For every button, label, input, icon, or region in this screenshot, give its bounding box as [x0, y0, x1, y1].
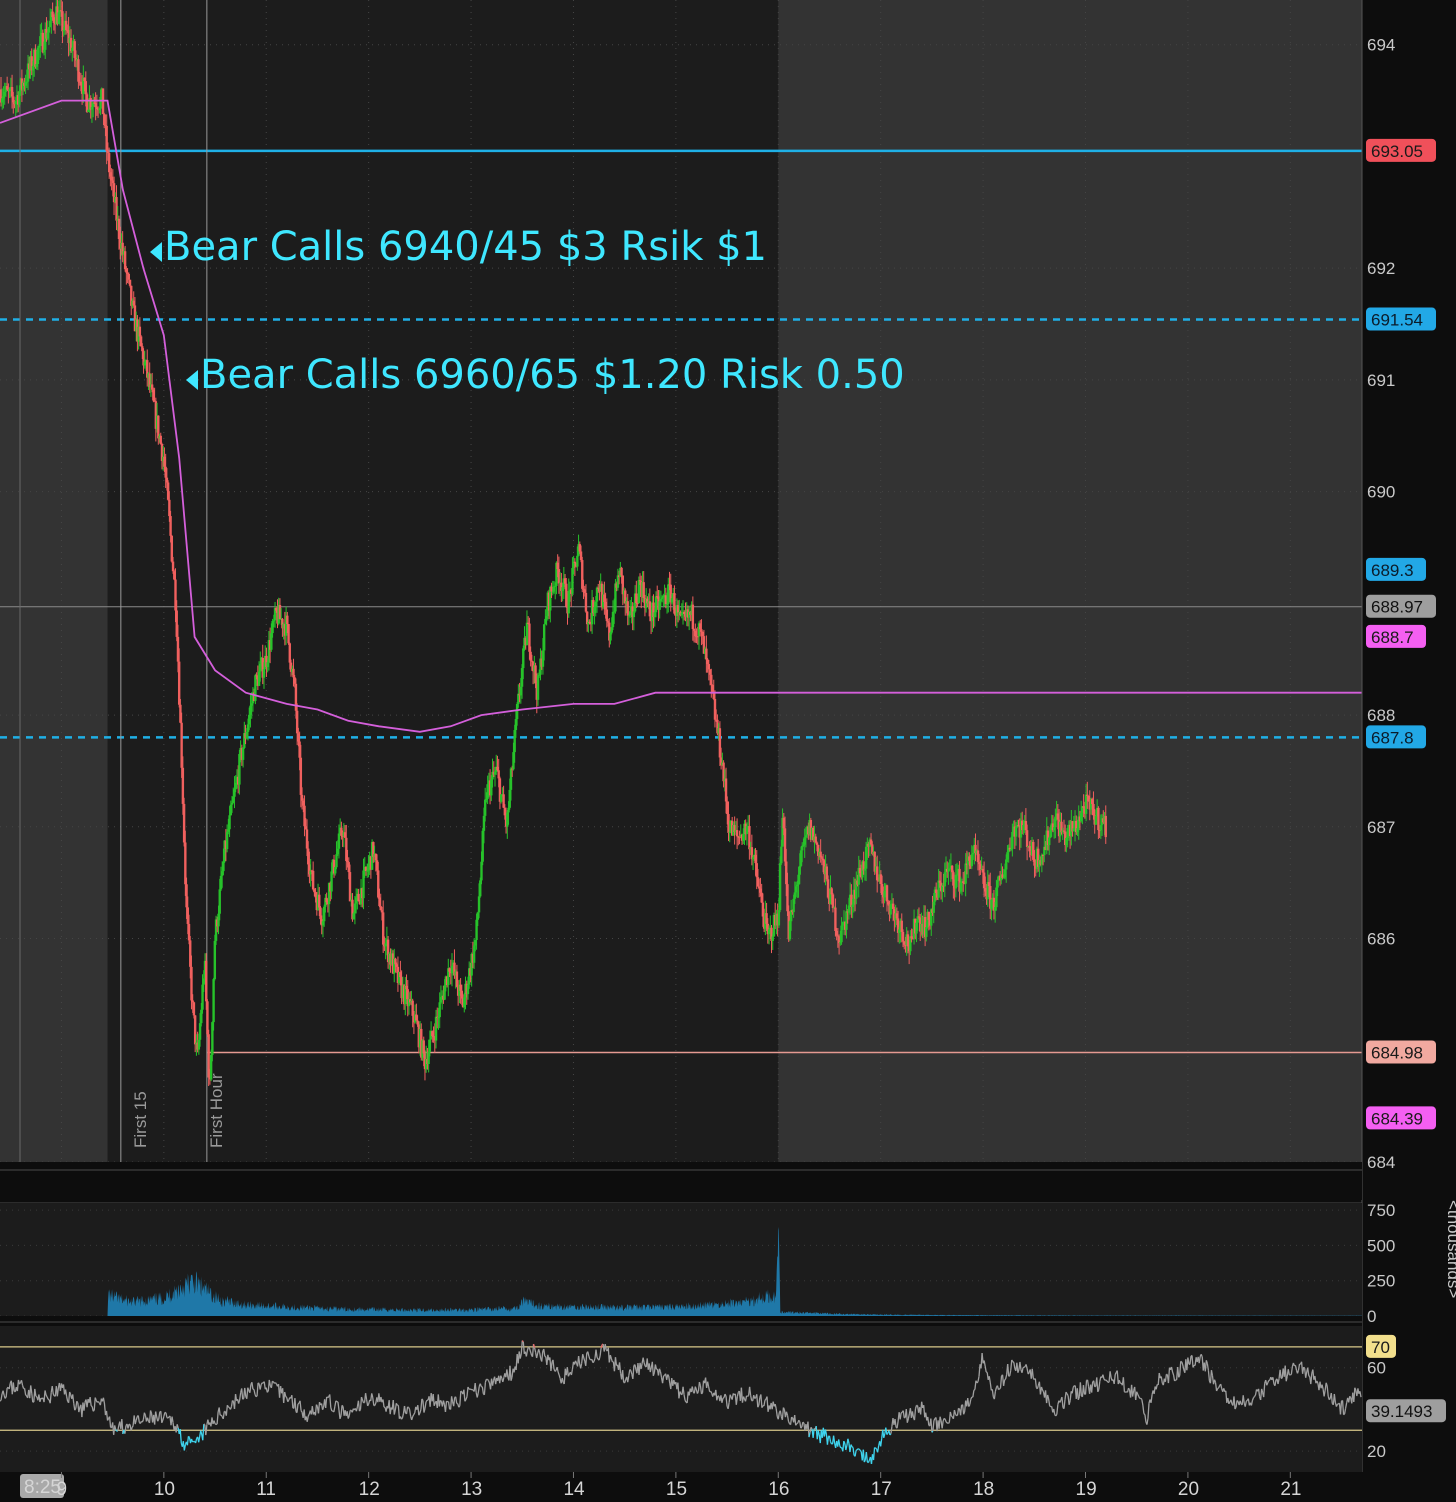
svg-text:39.1493: 39.1493 — [1371, 1402, 1432, 1421]
first15-label: First 15 — [131, 1091, 150, 1148]
annotation-bear-calls-6960[interactable]: Bear Calls 6960/65 $1.20 Risk 0.50 — [186, 352, 905, 398]
price-badge: 689.3 — [1366, 557, 1426, 581]
price-pane[interactable]: Bear Calls 6940/45 $3 Rsik $1 Bear Calls… — [0, 0, 1362, 1163]
svg-text:687.8: 687.8 — [1371, 728, 1414, 747]
price-badge: 688.7 — [1366, 624, 1426, 648]
time-tick-label: 21 — [1280, 1479, 1301, 1500]
time-tick-label: 16 — [768, 1479, 789, 1500]
annotation-text: Bear Calls 6960/65 $1.20 Risk 0.50 — [200, 352, 905, 398]
first-hour-label: First Hour — [207, 1073, 226, 1148]
chart-canvas[interactable]: Bear Calls 6940/45 $3 Rsik $1 Bear Calls… — [0, 0, 1456, 1502]
price-tick-label: 691 — [1367, 371, 1395, 390]
time-tick-label: 9 — [56, 1479, 67, 1500]
svg-text:684.39: 684.39 — [1371, 1109, 1423, 1128]
pane-separator — [0, 1316, 1362, 1326]
rsi-badge: 39.1493 — [1366, 1399, 1446, 1423]
svg-text:8:25: 8:25 — [24, 1477, 61, 1498]
time-tick-label: 14 — [563, 1479, 585, 1500]
time-tick-label: 11 — [256, 1479, 276, 1500]
price-tick-label: 686 — [1367, 930, 1395, 949]
rsi-badge: 70 — [1366, 1334, 1396, 1358]
annotation-bear-calls-6940[interactable]: Bear Calls 6940/45 $3 Rsik $1 — [150, 224, 767, 270]
pane-separator — [0, 1162, 1362, 1200]
time-tick-label: 18 — [973, 1479, 994, 1500]
rsi-tick-label: 60 — [1367, 1359, 1386, 1378]
price-tick-label: 692 — [1367, 259, 1395, 278]
volume-tick-label: 250 — [1367, 1272, 1395, 1291]
price-tick-label: 684 — [1367, 1153, 1395, 1172]
price-tick-label: 690 — [1367, 483, 1395, 502]
price-badge: 687.8 — [1366, 725, 1426, 749]
price-badge: 688.97 — [1366, 594, 1436, 618]
svg-text:684.98: 684.98 — [1371, 1044, 1423, 1063]
price-badge: 691.54 — [1366, 307, 1436, 331]
time-tick-label: 15 — [666, 1479, 687, 1500]
time-tick-label: 10 — [154, 1479, 175, 1500]
time-tick-label: 19 — [1076, 1479, 1097, 1500]
svg-text:689.3: 689.3 — [1371, 561, 1414, 580]
rsi-pane[interactable]: 60 20 70 39.1493 — [0, 1326, 1446, 1472]
price-badge: 684.98 — [1366, 1040, 1436, 1064]
svg-text:688.97: 688.97 — [1371, 598, 1423, 617]
price-tick-label: 694 — [1367, 36, 1395, 55]
volume-pane[interactable]: 750 500 250 0 <thousands> — [0, 1200, 1456, 1326]
chart-window: Bear Calls 6940/45 $3 Rsik $1 Bear Calls… — [0, 0, 1456, 1502]
price-tick-label: 687 — [1367, 818, 1395, 837]
svg-text:691.54: 691.54 — [1371, 311, 1423, 330]
rsi-pane-background — [0, 1326, 1362, 1472]
time-tick-label: 13 — [461, 1479, 482, 1500]
candle — [287, 623, 290, 645]
time-tick-label: 12 — [359, 1479, 380, 1500]
time-tick-label: 20 — [1178, 1479, 1199, 1500]
annotation-text: Bear Calls 6940/45 $3 Rsik $1 — [164, 224, 767, 270]
svg-text:688.7: 688.7 — [1371, 628, 1414, 647]
volume-tick-label: 0 — [1367, 1307, 1376, 1326]
rsi-tick-label: 20 — [1367, 1442, 1386, 1461]
svg-text:70: 70 — [1371, 1338, 1390, 1357]
volume-tick-label: 750 — [1367, 1201, 1395, 1220]
volume-tick-label: 500 — [1367, 1236, 1395, 1255]
price-tick-label: 688 — [1367, 706, 1395, 725]
time-tick-label: 17 — [871, 1479, 892, 1500]
price-badge: 684.39 — [1366, 1106, 1436, 1130]
svg-text:693.05: 693.05 — [1371, 142, 1423, 161]
volume-unit-label: <thousands> — [1444, 1200, 1456, 1298]
price-badge: 693.05 — [1366, 138, 1436, 162]
